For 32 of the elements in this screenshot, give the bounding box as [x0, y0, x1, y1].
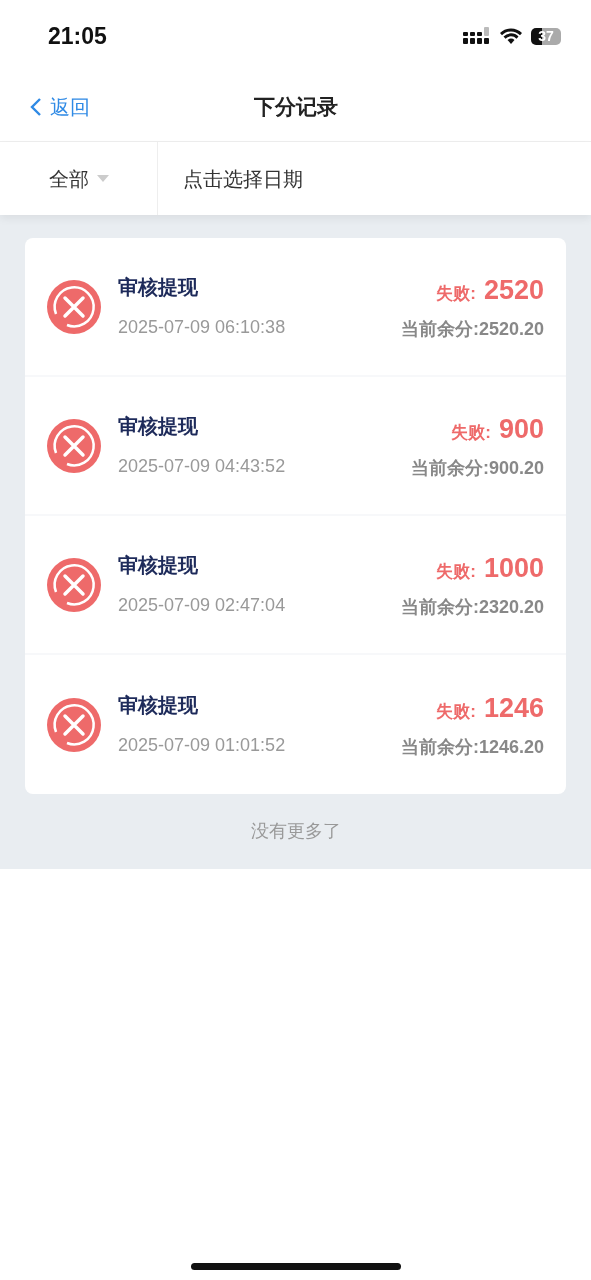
wifi-icon	[499, 27, 523, 45]
clock-time: 21:05	[48, 21, 107, 51]
page-title: 下分记录	[253, 93, 338, 120]
status-label: 失败:	[436, 560, 476, 583]
balance-text: 当前余分:900.20	[410, 457, 544, 481]
back-chevron-icon[interactable]	[30, 96, 42, 117]
record-title: 审核提现	[118, 275, 199, 300]
date-picker[interactable]: 点击选择日期	[158, 142, 309, 215]
status-label: 失败:	[451, 421, 491, 444]
balance-text: 当前余分:2320.20	[400, 596, 544, 620]
status-label: 失败:	[436, 700, 476, 723]
record-amount: 1000	[483, 551, 544, 585]
failed-icon	[46, 696, 102, 753]
failed-icon	[46, 556, 102, 613]
record-title: 审核提现	[118, 414, 199, 439]
record-amount: 900	[498, 412, 544, 446]
record-time: 2025-07-09 04:43:52	[118, 455, 287, 478]
record-title: 审核提现	[118, 553, 199, 578]
record-amount: 2520	[483, 273, 544, 307]
record-title: 审核提现	[118, 693, 199, 718]
signal-icon	[463, 27, 491, 45]
record-time: 2025-07-09 02:47:04	[118, 594, 287, 617]
status-label: 失败:	[436, 282, 476, 305]
failed-icon	[46, 417, 102, 474]
back-button[interactable]: 返回	[0, 91, 90, 122]
record-time: 2025-07-09 06:10:38	[118, 316, 287, 339]
end-of-list-text: 没有更多了	[249, 820, 342, 843]
record-amount: 1246	[483, 691, 544, 725]
failed-icon	[46, 278, 102, 335]
balance-text: 当前余分:1246.20	[400, 736, 544, 760]
balance-text: 当前余分:2520.20	[400, 318, 544, 342]
record-time: 2025-07-09 01:01:52	[118, 734, 287, 757]
